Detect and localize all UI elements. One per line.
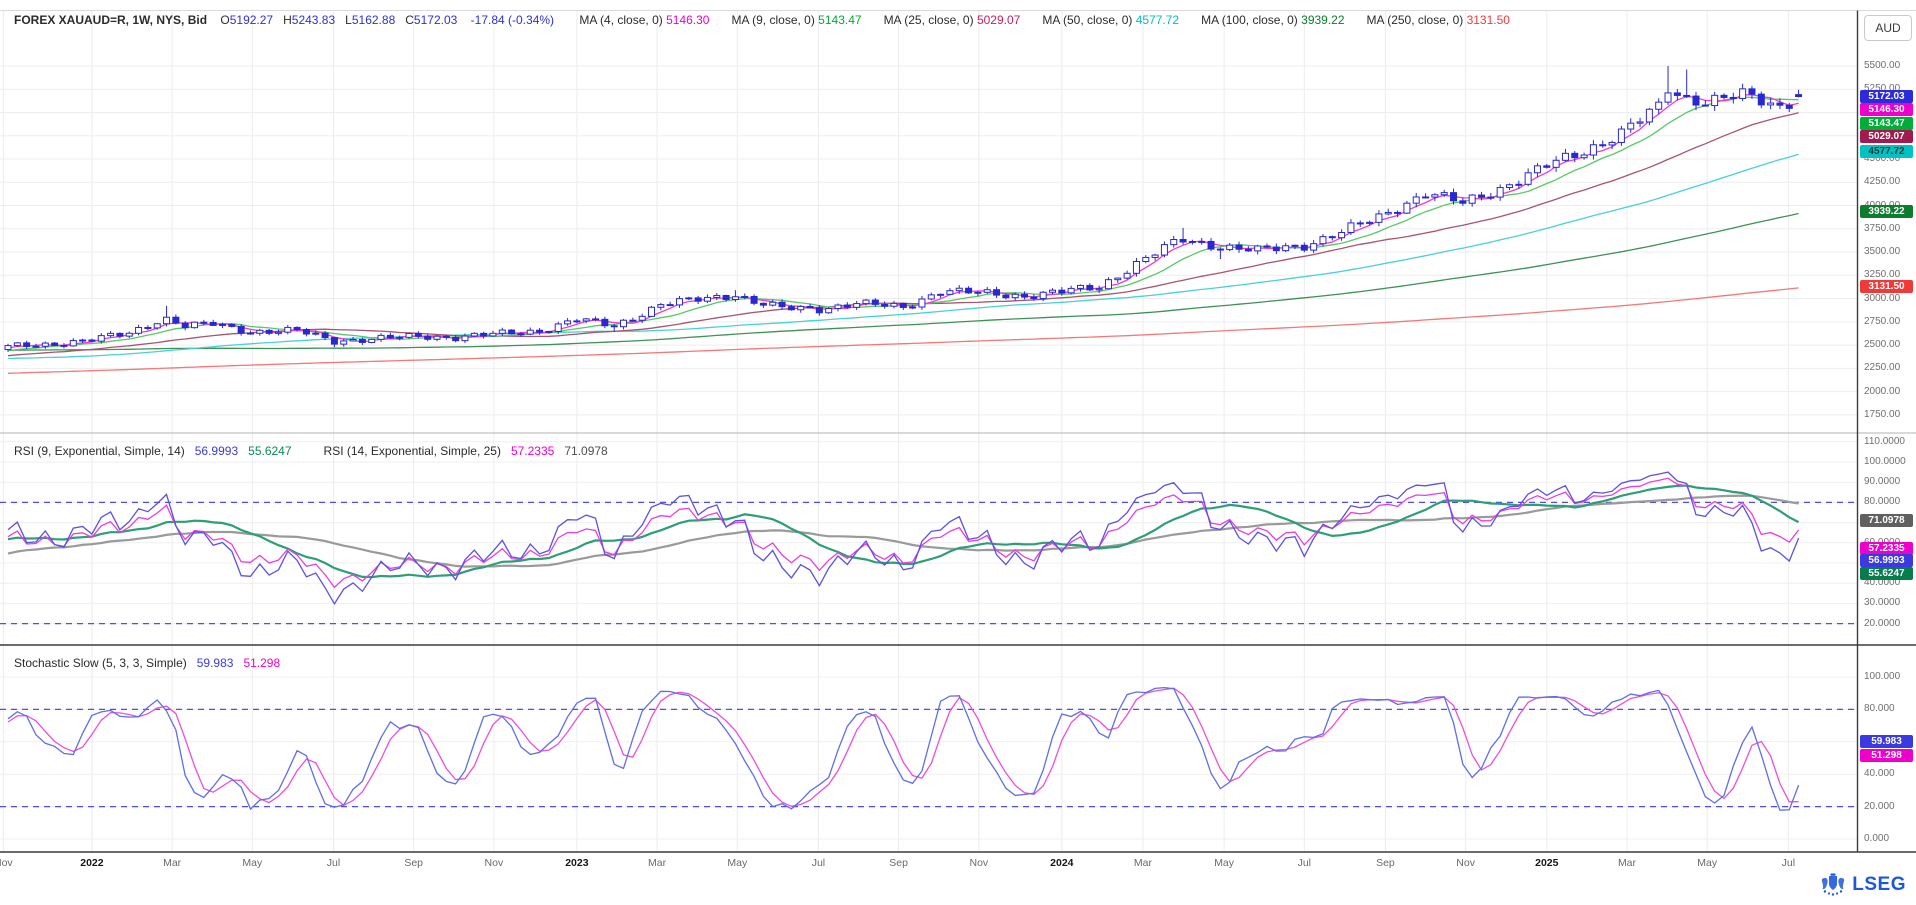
- price-badge: 5143.47: [1860, 117, 1913, 130]
- rsi-badge: 71.0978: [1860, 514, 1913, 527]
- stoch-axis-tick: 80.000: [1864, 703, 1895, 714]
- lseg-crest-icon: [1820, 873, 1846, 897]
- rsi-14-sig: [8, 496, 1799, 567]
- price-legend[interactable]: FOREX XAUAUD=R, 1W, NYS, Bid O5192.27 H52…: [14, 13, 1532, 27]
- stochastic-lines: [8, 688, 1799, 811]
- price-badge: 5172.03: [1860, 90, 1913, 103]
- x-axis-label: 2024: [1050, 857, 1073, 869]
- indicator-legend-group[interactable]: Stochastic Slow (5, 3, 3, Simple)59.9835…: [14, 656, 290, 670]
- x-axis-label: May: [1214, 857, 1234, 869]
- ma-100-line: [8, 214, 1799, 351]
- x-axis-label: Nov: [969, 857, 988, 869]
- ma-legend-item[interactable]: MA (25, close, 0) 5029.07: [884, 13, 1021, 27]
- price-badge: 3939.22: [1860, 205, 1913, 218]
- x-axis-label: Nov: [1456, 857, 1475, 869]
- ohlc-item: O5192.27: [220, 13, 273, 27]
- stoch-k-line: [8, 688, 1799, 811]
- x-axis-label: Mar: [163, 857, 181, 869]
- stoch-badge: 59.983: [1860, 735, 1913, 748]
- ma-25-line: [8, 113, 1799, 356]
- price-axis-tick: 3750.00: [1864, 223, 1900, 234]
- price-badge: 5146.30: [1860, 103, 1913, 116]
- rsi-axis-tick: 110.0000: [1864, 436, 1905, 447]
- price-axis-tick: 3500.00: [1864, 246, 1900, 257]
- stoch-badge: 51.298: [1860, 749, 1913, 762]
- ohlc-item: L5162.88: [345, 13, 395, 27]
- price-axis-tick: 2000.00: [1864, 386, 1900, 397]
- x-axis-label: May: [1697, 857, 1717, 869]
- rsi-lines: [8, 472, 1799, 604]
- price-axis-tick: 3000.00: [1864, 293, 1900, 304]
- x-axis-label: Jul: [812, 857, 825, 869]
- x-axis-label: 2022: [80, 857, 103, 869]
- price-axis-tick: 4250.00: [1864, 176, 1900, 187]
- x-axis-label: Sep: [404, 857, 423, 869]
- price-badge: 3131.50: [1860, 280, 1913, 293]
- rsi-badge: 57.2335: [1860, 542, 1913, 555]
- rsi-axis-tick: 90.0000: [1864, 476, 1900, 487]
- ma-legend-item[interactable]: MA (4, close, 0) 5146.30: [579, 13, 709, 27]
- price-badge: 5029.07: [1860, 130, 1913, 143]
- brand-text: LSEG: [1852, 874, 1906, 896]
- rsi-axis-tick: 30.0000: [1864, 597, 1900, 608]
- gridlines: [0, 11, 1857, 853]
- x-axis-label: Nov: [485, 857, 504, 869]
- ma-legend-item[interactable]: MA (50, close, 0) 4577.72: [1042, 13, 1179, 27]
- ma-legend-item[interactable]: MA (9, close, 0) 5143.47: [731, 13, 861, 27]
- ma-legend-item[interactable]: MA (100, close, 0) 3939.22: [1201, 13, 1344, 27]
- x-axis-label: Mar: [1618, 857, 1636, 869]
- currency-button[interactable]: AUD: [1864, 15, 1912, 41]
- price-axis-tick: 2250.00: [1864, 362, 1900, 373]
- x-axis-label: Jul: [327, 857, 340, 869]
- x-axis-label: 2023: [565, 857, 588, 869]
- x-axis-label: Sep: [1376, 857, 1395, 869]
- rsi-axis-tick: 20.0000: [1864, 618, 1900, 629]
- price-axis-tick: 2750.00: [1864, 316, 1900, 327]
- ohlc-values: O5192.27 H5243.83 L5162.88 C5172.03: [220, 13, 467, 27]
- rsi-axis-tick: 80.0000: [1864, 496, 1900, 507]
- rsi-badge: 55.6247: [1860, 567, 1913, 580]
- x-axis-label: May: [727, 857, 747, 869]
- ma-legend-item[interactable]: MA (250, close, 0) 3131.50: [1367, 13, 1510, 27]
- instrument-title: FOREX XAUAUD=R, 1W, NYS, Bid: [14, 13, 207, 27]
- x-axis-label: Mar: [1134, 857, 1152, 869]
- brand-logo: LSEG: [1820, 873, 1906, 897]
- x-axis-label: Mar: [648, 857, 666, 869]
- indicator-legend-group[interactable]: RSI (9, Exponential, Simple, 14)56.99935…: [14, 444, 302, 458]
- rsi-badge: 56.9993: [1860, 554, 1913, 567]
- rsi-9-line: [8, 472, 1799, 604]
- chart-window: FOREX XAUAUD=R, 1W, NYS, Bid O5192.27 H52…: [0, 0, 1916, 905]
- x-axis-label: Sep: [889, 857, 908, 869]
- price-badge: 4577.72: [1860, 145, 1913, 158]
- ma-50-line: [8, 154, 1799, 358]
- rsi-axis-tick: 100.0000: [1864, 456, 1906, 467]
- stoch-axis-tick: 40.000: [1864, 768, 1895, 779]
- price-axis-tick: 2500.00: [1864, 339, 1900, 350]
- rsi-legend[interactable]: RSI (9, Exponential, Simple, 14)56.99935…: [14, 444, 640, 458]
- x-axis-label: 2025: [1535, 857, 1558, 869]
- x-axis-label: May: [242, 857, 262, 869]
- stoch-axis-tick: 0.000: [1864, 833, 1889, 844]
- stoch-axis-tick: 20.000: [1864, 801, 1895, 812]
- price-axis-tick: 5500.00: [1864, 60, 1900, 71]
- x-axis-label: Jul: [1298, 857, 1311, 869]
- ohlc-item: H5243.83: [283, 13, 335, 27]
- ohlc-item: C5172.03: [405, 13, 457, 27]
- ma-250-line: [8, 288, 1799, 373]
- stoch-legend[interactable]: Stochastic Slow (5, 3, 3, Simple)59.9835…: [14, 656, 312, 670]
- indicator-legend-group[interactable]: RSI (14, Exponential, Simple, 25)57.2335…: [324, 444, 618, 458]
- candlestick-series: [5, 66, 1802, 352]
- stoch-d-line: [8, 688, 1799, 806]
- price-axis-tick: 3250.00: [1864, 269, 1900, 280]
- x-axis-label: Jul: [1782, 857, 1795, 869]
- price-axis-tick: 1750.00: [1864, 409, 1900, 420]
- ma-legend-items: MA (4, close, 0) 5146.30 MA (9, close, 0)…: [579, 13, 1532, 27]
- x-axis-label: Nov: [0, 857, 13, 869]
- change-value: -17.84 (-0.34%): [471, 13, 554, 27]
- stoch-axis-tick: 100.000: [1864, 671, 1900, 682]
- ma-lines: [8, 95, 1799, 374]
